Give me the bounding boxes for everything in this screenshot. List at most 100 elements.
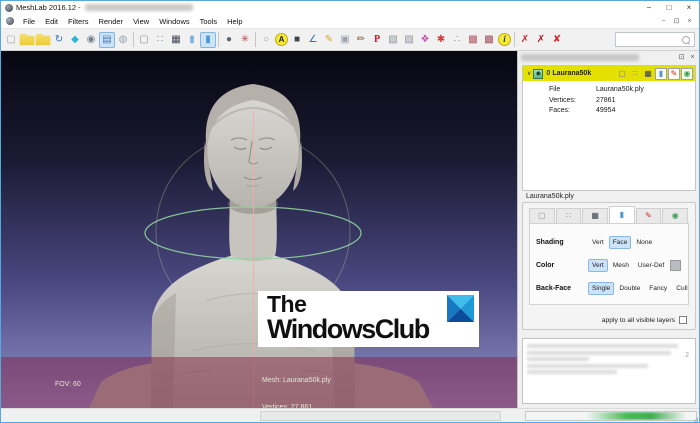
shading-row: Shading VertFaceNone (536, 231, 685, 254)
smooth-shading-icon[interactable]: ▮ (200, 32, 216, 48)
menu-windows[interactable]: Windows (154, 17, 194, 26)
dock-controls: ⊡× (676, 52, 698, 63)
dock-close-button[interactable]: × (687, 52, 698, 63)
log-line-blurred (527, 357, 589, 361)
layer-info-vertices: Vertices: 27861 (549, 96, 695, 107)
user-def-color-swatch[interactable] (670, 260, 681, 271)
select-faces-icon[interactable]: ▧ (385, 32, 401, 48)
point-picker-icon[interactable]: ✎ (321, 32, 337, 48)
maximize-button[interactable]: □ (659, 1, 679, 14)
layer-bbox-toggle[interactable]: ▢ (616, 68, 628, 80)
toolbar-separator (218, 32, 219, 47)
mdi-close-button[interactable]: × (683, 16, 696, 27)
trackball-icon[interactable]: ○ (258, 32, 274, 48)
layer-texture-toggle[interactable]: ◉ (681, 68, 693, 80)
menu-filters[interactable]: Filters (63, 17, 93, 26)
dock-float-button[interactable]: ⊡ (676, 52, 687, 63)
new-empty-project-icon[interactable]: ▢ (3, 32, 19, 48)
mdi-restore-button[interactable]: ⊡ (670, 16, 683, 27)
option-none[interactable]: None (632, 236, 656, 249)
hud-fov: FOV: 60 (55, 380, 111, 390)
option-fancy[interactable]: Fancy (645, 282, 671, 295)
delete-all-icon[interactable]: ✘ (549, 32, 565, 48)
z-painting-icon[interactable]: ✏ (353, 32, 369, 48)
resize-grip[interactable]: ◢ (693, 416, 698, 423)
menu-items: FileEditFiltersRenderViewWindowsToolsHel… (18, 17, 248, 26)
tab-texture[interactable]: ◉ (662, 208, 688, 223)
chevron-down-icon[interactable]: ∨ (527, 70, 531, 77)
fill-tab-page: Shading VertFaceNone Color VertMeshUser-… (529, 223, 689, 305)
open-project-icon[interactable] (19, 32, 35, 48)
option-double[interactable]: Double (615, 282, 644, 295)
quality-mapper-icon[interactable]: ▩ (465, 32, 481, 48)
reload-mesh-icon[interactable]: ↻ (51, 32, 67, 48)
tab-bbox[interactable]: ▢ (529, 208, 555, 223)
layer-visibility-eye-icon[interactable]: ◉ (533, 69, 543, 79)
shader-icon[interactable]: ■ (289, 32, 305, 48)
backface-label: Back-Face (536, 285, 588, 292)
option-vert[interactable]: Vert (588, 236, 608, 249)
minimize-button[interactable]: − (639, 1, 659, 14)
option-single[interactable]: Single (588, 282, 614, 295)
menu-tools[interactable]: Tools (195, 17, 223, 26)
decorators-icon[interactable]: ✱ (433, 32, 449, 48)
menu-render[interactable]: Render (93, 17, 128, 26)
draw-bbox-icon[interactable]: ▢ (136, 32, 152, 48)
delete-current-mesh-icon[interactable]: ✗ (517, 32, 533, 48)
show-raster-icon[interactable]: ◍ (115, 32, 131, 48)
select-connected-icon[interactable]: ∴ (449, 32, 465, 48)
option-mesh[interactable]: Mesh (609, 259, 633, 272)
menu-view[interactable]: View (128, 17, 154, 26)
ambient-occlusion-icon[interactable]: A (275, 33, 288, 46)
radiance-scaling-icon[interactable]: ▩ (481, 32, 497, 48)
tab-points[interactable]: ∷ (556, 208, 582, 223)
dock-title-blurred (521, 54, 639, 61)
menu-file[interactable]: File (18, 17, 40, 26)
layer-color-toggle[interactable]: ✎ (668, 68, 680, 80)
layer-name: Laurana50k (552, 70, 591, 77)
mdi-minimize-button[interactable]: − (657, 16, 670, 27)
layer-dock-panel: ⊡× ∨ ◉ 0 Laurana50k ▢∷▦▮✎◉ File Laurana5… (517, 51, 700, 408)
measure-tool-icon[interactable]: ∠ (305, 32, 321, 48)
close-button[interactable]: × (679, 1, 699, 14)
info-icon[interactable]: i (498, 33, 511, 46)
status-message-area (260, 411, 501, 421)
draw-points-icon[interactable]: ∷ (152, 32, 168, 48)
delete-current-raster-icon[interactable]: ✗ (533, 32, 549, 48)
menu-help[interactable]: Help (222, 17, 247, 26)
log-line-blurred (527, 344, 678, 348)
hud-mesh-name: Mesh: Laurana50k.ply (262, 376, 331, 385)
titlebar: MeshLab 2016.12 - −□× (1, 1, 699, 14)
freeze-matrix-icon[interactable]: ▣ (337, 32, 353, 48)
tab-color[interactable]: ✎ (636, 208, 662, 223)
import-mesh-icon[interactable] (35, 32, 51, 48)
parametrization-icon[interactable]: P (369, 32, 385, 48)
export-mesh-icon[interactable]: ◆ (67, 32, 83, 48)
tab-wireframe[interactable]: ▦ (582, 208, 608, 223)
search-input[interactable] (616, 36, 682, 43)
layer-row-laurana50k[interactable]: ∨ ◉ 0 Laurana50k ▢∷▦▮✎◉ (523, 66, 695, 81)
shading-label: Shading (536, 239, 588, 246)
toolbar-separator (514, 32, 515, 47)
layer-fill-toggle[interactable]: ▮ (655, 68, 667, 80)
layer-points-toggle[interactable]: ∷ (629, 68, 641, 80)
sculpt-tool-icon[interactable]: ❖ (417, 32, 433, 48)
search-icon (682, 36, 690, 44)
option-cull[interactable]: Cull (672, 282, 691, 295)
show-layer-dialog-icon[interactable]: ▤ (99, 32, 115, 48)
snapshot-icon[interactable]: ◉ (83, 32, 99, 48)
viewport-3d-canvas[interactable]: FOV: 60 FPS: 76.3 BO_RENDERING Mesh: Lau… (1, 51, 517, 408)
option-vert[interactable]: Vert (588, 259, 608, 272)
layer-wireframe-toggle[interactable]: ▦ (642, 68, 654, 80)
global-axis-icon[interactable]: ✳ (237, 32, 253, 48)
render-params-tabs: ▢∷▦▮✎◉ (529, 206, 689, 223)
draw-wireframe-icon[interactable]: ▦ (168, 32, 184, 48)
option-user-def[interactable]: User-Def (634, 259, 668, 272)
select-vertices-icon[interactable]: ▨ (401, 32, 417, 48)
apply-all-checkbox[interactable] (679, 316, 687, 324)
draw-texture-icon[interactable]: ● (221, 32, 237, 48)
flat-shading-icon[interactable]: ▮ (184, 32, 200, 48)
option-face[interactable]: Face (609, 236, 632, 249)
menu-edit[interactable]: Edit (40, 17, 63, 26)
tab-fill[interactable]: ▮ (609, 206, 635, 223)
